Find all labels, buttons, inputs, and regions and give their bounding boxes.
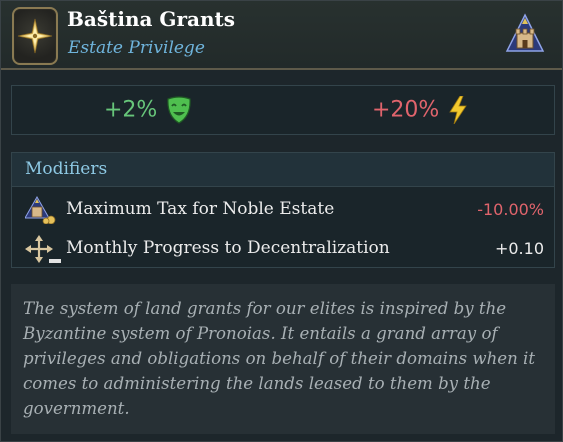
modifier-label: Monthly Progress to Decentralization [66, 238, 390, 258]
happy-mask-icon [167, 96, 191, 124]
privilege-effects-panel: +2% +20% [11, 85, 555, 135]
power-effect: +20% [372, 95, 468, 125]
modifier-value: +0.10 [494, 239, 544, 258]
estate-privilege-tooltip: Baština Grants Estate Privilege +2% +20%… [0, 0, 563, 442]
power-effect-value: +20% [372, 97, 440, 123]
noble-estate-castle-icon [505, 13, 545, 57]
privilege-type-subtitle: Estate Privilege [68, 38, 205, 58]
compass-star-icon [12, 7, 58, 65]
privilege-description: The system of land grants for our elites… [11, 284, 555, 434]
modifier-row: Maximum Tax for Noble Estate -10.00% [12, 194, 554, 226]
noble-estate-tax-icon [24, 195, 61, 228]
modifier-row: Monthly Progress to Decentralization +0.… [12, 233, 554, 265]
decentralization-arrows-icon [25, 235, 65, 269]
modifiers-title: Modifiers [25, 159, 108, 179]
privilege-title: Baština Grants [67, 7, 236, 31]
modifier-label: Maximum Tax for Noble Estate [66, 199, 335, 219]
modifiers-header: Modifiers [12, 153, 554, 187]
stability-effect-value: +2% [104, 97, 158, 123]
modifier-value: -10.00% [477, 200, 544, 219]
lightning-icon [449, 95, 468, 125]
stability-effect: +2% [104, 96, 192, 124]
modifiers-panel: Modifiers Maximum Tax for Noble Estate -… [11, 152, 555, 268]
tooltip-header: Baština Grants Estate Privilege [1, 1, 562, 70]
